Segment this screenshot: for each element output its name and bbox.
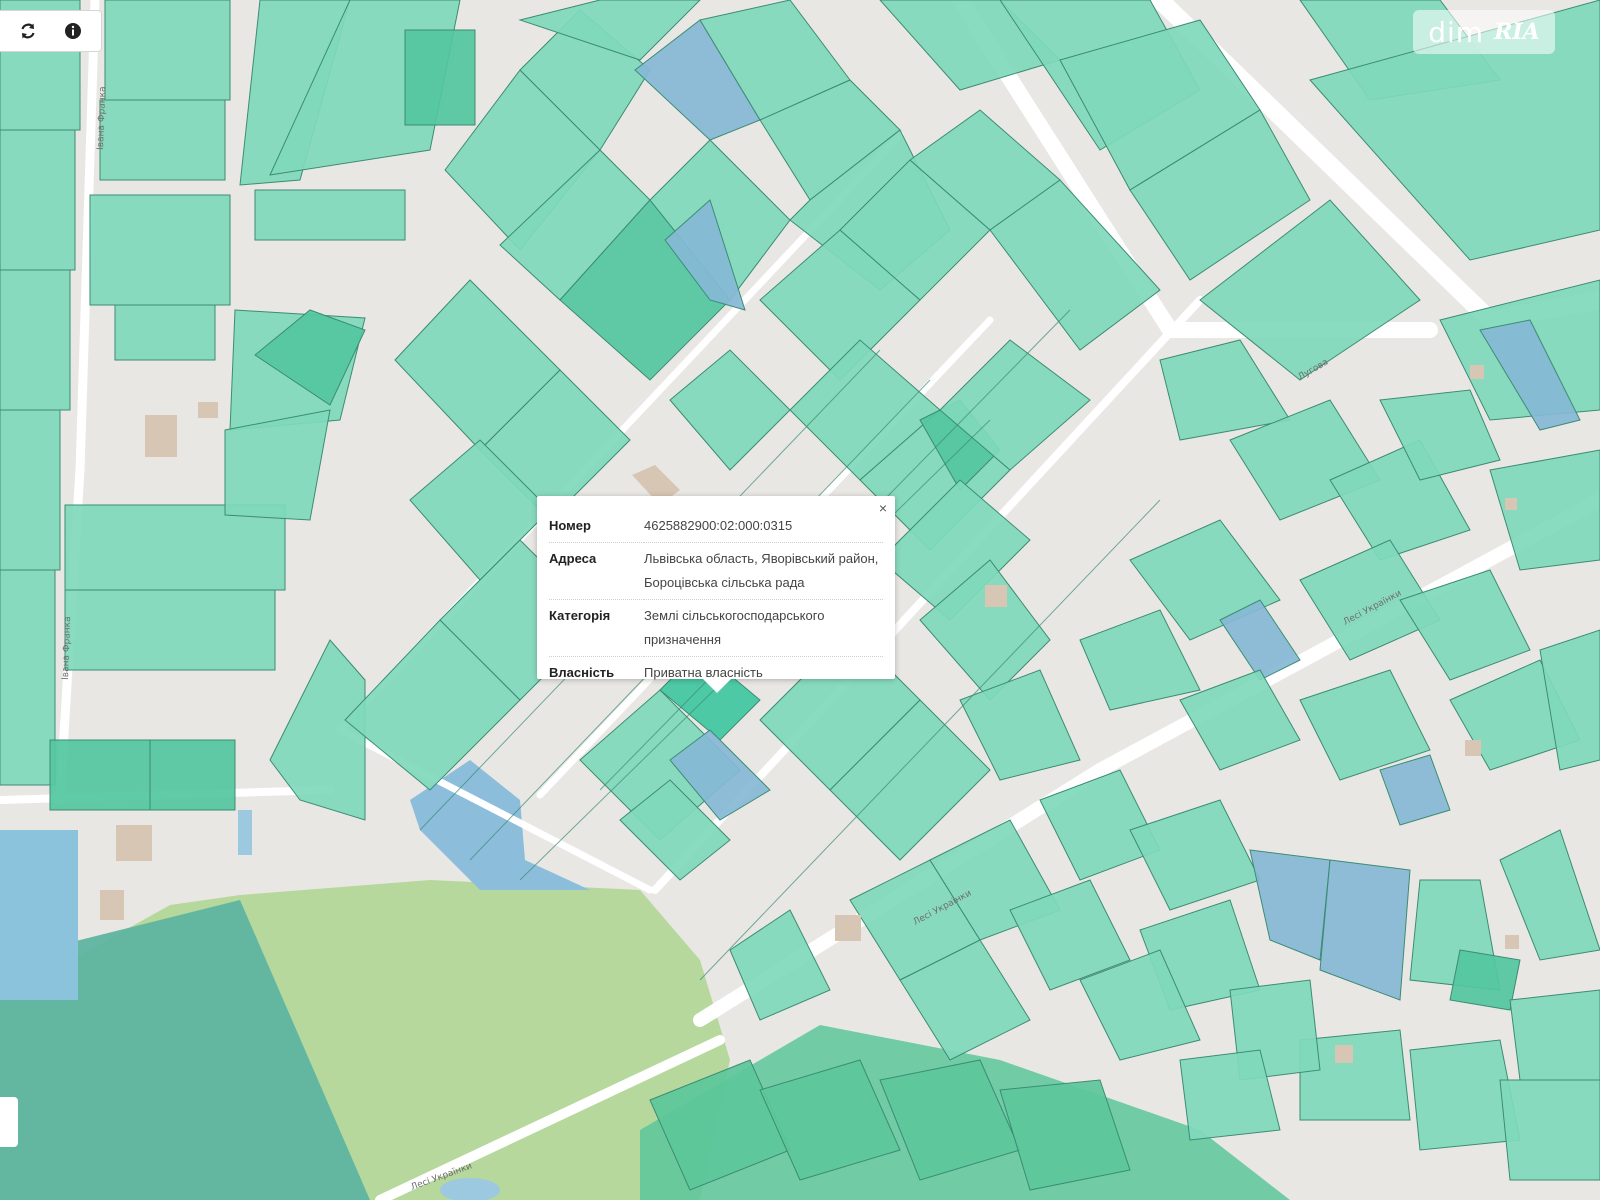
parcel-info-table: Номер 4625882900:02:000:0315 Адреса Льві… <box>549 510 883 689</box>
watermark-logo: RIA <box>1494 19 1540 45</box>
ownership-value: Приватна власність <box>644 665 763 680</box>
address-label: Адреса <box>549 542 644 600</box>
refresh-button[interactable] <box>13 16 43 46</box>
cadastral-number-value: 4625882900:02:000:0315 <box>644 510 883 543</box>
info-button[interactable] <box>58 16 88 46</box>
category-label: Категорія <box>549 599 644 657</box>
close-button[interactable]: × <box>879 500 887 516</box>
refresh-icon <box>21 23 35 39</box>
address-value: Львівська область, Яворівський район, Бо… <box>644 542 883 600</box>
table-row: Адреса Львівська область, Яворівський ра… <box>549 542 883 600</box>
table-row: Категорія Землі сільськогосподарського п… <box>549 599 883 657</box>
cadastral-number-label: Номер <box>549 510 644 543</box>
dimria-watermark: dim RIA <box>1413 10 1555 54</box>
map-toolbar <box>0 10 102 52</box>
table-row: Номер 4625882900:02:000:0315 <box>549 510 883 543</box>
category-value: Землі сільськогосподарського призначення <box>644 599 883 657</box>
ownership-label: Власність <box>549 665 615 680</box>
side-panel-toggle[interactable] <box>0 1097 18 1147</box>
table-row: Власність Приватна власність <box>549 657 883 690</box>
parcel-info-popup: × Номер 4625882900:02:000:0315 Адреса Ль… <box>537 496 895 693</box>
info-icon <box>64 23 81 39</box>
watermark-text: dim <box>1428 15 1485 49</box>
